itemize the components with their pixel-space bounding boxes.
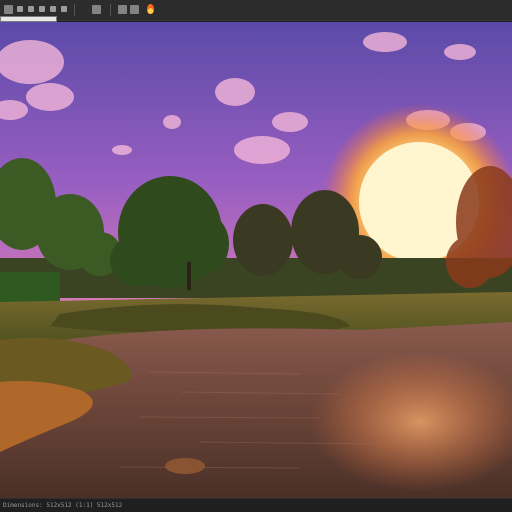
image-canvas[interactable] [0,22,512,498]
settings-icon[interactable] [130,5,139,14]
layers-icon[interactable] [39,6,45,12]
toolbar-separator [110,4,111,16]
eye-icon[interactable] [118,5,127,14]
flame-icon[interactable] [147,4,154,14]
crop-icon[interactable] [61,6,67,12]
zoom-icon[interactable] [92,5,101,14]
landscape-image [0,22,512,498]
save-icon[interactable] [28,6,34,12]
file-icon[interactable] [17,6,23,12]
toolbar-separator [74,4,75,16]
status-bar: Dimensions: 512x512 (1:1) 512x512 [0,498,512,512]
brush-icon[interactable] [50,6,56,12]
rock [165,458,205,474]
menu-icon[interactable] [4,5,13,14]
status-text: Dimensions: 512x512 (1:1) 512x512 [3,502,123,509]
toolbar [0,0,512,22]
